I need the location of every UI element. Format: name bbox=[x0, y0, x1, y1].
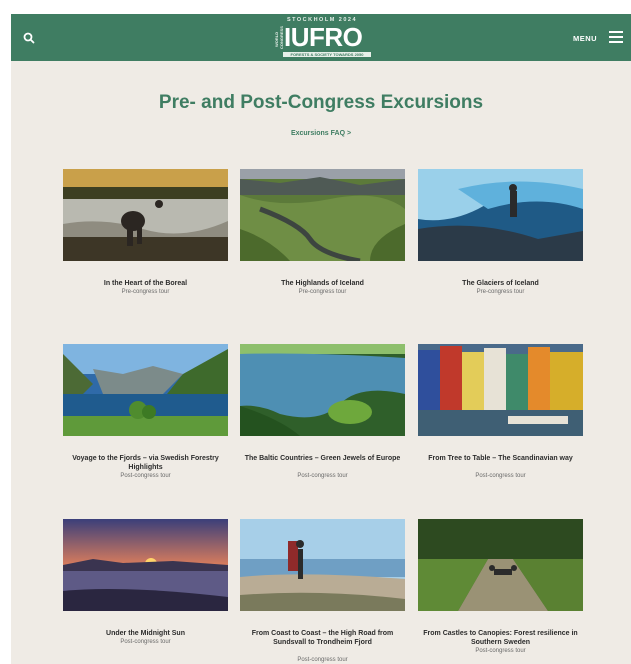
menu-label: MENU bbox=[573, 34, 598, 43]
excursion-photo-castles-to-canopies bbox=[418, 519, 583, 611]
excursion-card[interactable]: The Glaciers of Iceland Pre-congress tou… bbox=[418, 169, 583, 319]
excursion-card[interactable]: In the Heart of the Boreal Pre-congress … bbox=[63, 169, 228, 319]
excursion-subtitle: Pre-congress tour bbox=[298, 289, 347, 295]
menu-button[interactable]: MENU bbox=[571, 28, 627, 48]
excursion-card[interactable]: Voyage to the Fjords – via Swedish Fores… bbox=[63, 344, 228, 494]
excursion-title: Voyage to the Fjords – via Swedish Fores… bbox=[72, 455, 219, 471]
excursion-photo-midnight-sun bbox=[63, 519, 228, 611]
page-title: Pre- and Post-Congress Excursions bbox=[158, 92, 484, 113]
excursion-photo-coast-to-coast bbox=[240, 519, 405, 611]
excursion-title: From Castles to Canopies: Forest resilie… bbox=[423, 630, 578, 646]
excursion-photo-tree-to-table bbox=[418, 344, 583, 436]
excursion-photo-boreal bbox=[63, 169, 228, 261]
excursion-subtitle: Post-congress tour bbox=[120, 473, 171, 479]
excursion-title: From Coast to Coast – the High Road from… bbox=[251, 630, 394, 646]
excursion-card[interactable]: From Tree to Table – The Scandinavian wa… bbox=[418, 344, 583, 494]
excursion-title: The Glaciers of Iceland bbox=[462, 280, 539, 287]
search-button[interactable] bbox=[21, 30, 37, 46]
excursion-title: The Highlands of Iceland bbox=[281, 280, 364, 287]
excursion-photo-glaciers bbox=[418, 169, 583, 261]
excursion-subtitle: Pre-congress tour bbox=[476, 289, 525, 295]
excursion-subtitle: Post-congress tour bbox=[475, 473, 526, 479]
hamburger-icon bbox=[609, 31, 623, 43]
excursion-card[interactable]: The Baltic Countries – Green Jewels of E… bbox=[240, 344, 405, 494]
iufro-logo[interactable]: STOCKHOLM 2024 WORLD CONGRESS IUFRO FORE… bbox=[273, 17, 371, 58]
excursion-subtitle: Post-congress tour bbox=[297, 657, 348, 663]
excursion-card[interactable]: The Highlands of Iceland Pre-congress to… bbox=[240, 169, 405, 319]
excursion-title: From Tree to Table – The Scandinavian wa… bbox=[428, 455, 573, 462]
excursion-photo-highlands bbox=[240, 169, 405, 261]
excursion-title: Under the Midnight Sun bbox=[106, 630, 185, 637]
excursion-photo-fjords bbox=[63, 344, 228, 436]
logo-side-text: WORLD CONGRESS bbox=[274, 26, 284, 49]
excursion-card[interactable]: Under the Midnight Sun Post-congress tou… bbox=[63, 519, 228, 664]
excursion-subtitle: Post-congress tour bbox=[120, 639, 171, 645]
top-navigation-bar: STOCKHOLM 2024 WORLD CONGRESS IUFRO FORE… bbox=[11, 14, 631, 61]
page-frame: STOCKHOLM 2024 WORLD CONGRESS IUFRO FORE… bbox=[11, 14, 631, 664]
excursion-subtitle: Post-congress tour bbox=[475, 648, 526, 654]
excursion-card[interactable]: From Castles to Canopies: Forest resilie… bbox=[418, 519, 583, 664]
search-icon bbox=[23, 32, 35, 44]
excursion-card[interactable]: From Coast to Coast – the High Road from… bbox=[240, 519, 405, 664]
excursion-title: The Baltic Countries – Green Jewels of E… bbox=[244, 455, 401, 462]
logo-bottom-text: FORESTS & SOCIETY TOWARDS 2050 bbox=[283, 52, 371, 57]
excursion-photo-baltic bbox=[240, 344, 405, 436]
excursion-subtitle: Pre-congress tour bbox=[121, 289, 170, 295]
excursions-faq-link[interactable]: Excursions FAQ > bbox=[11, 130, 631, 137]
logo-wordmark: IUFRO bbox=[284, 22, 363, 52]
excursion-title: In the Heart of the Boreal bbox=[103, 280, 188, 287]
excursion-subtitle: Post-congress tour bbox=[297, 473, 348, 479]
